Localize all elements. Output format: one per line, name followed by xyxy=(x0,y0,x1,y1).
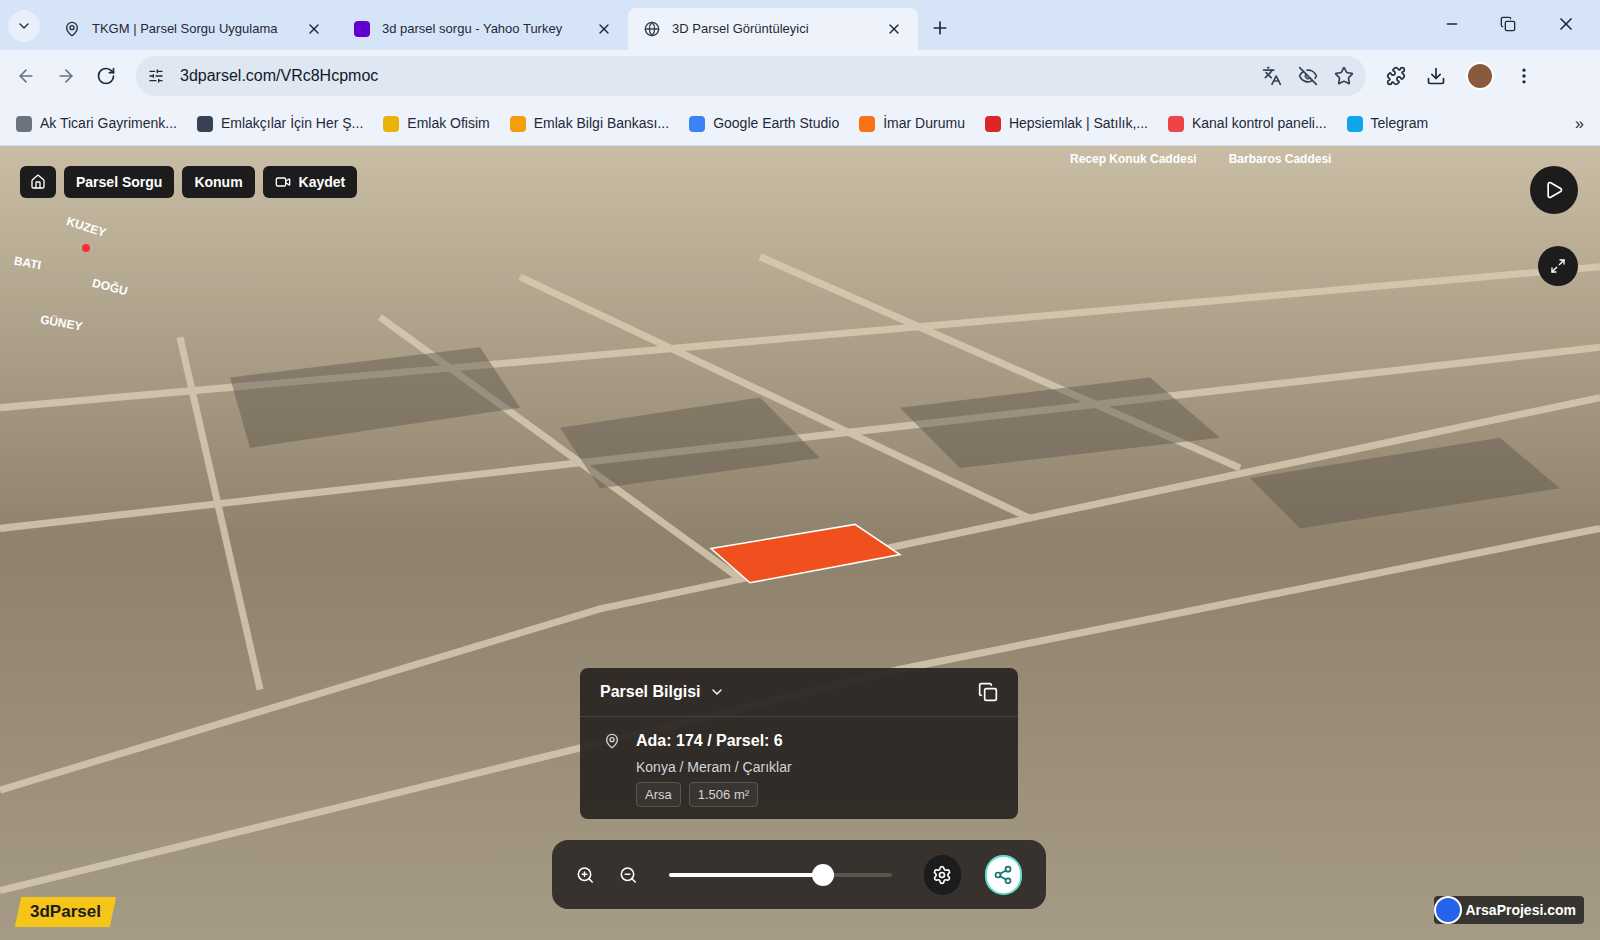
reload-icon[interactable] xyxy=(96,66,116,86)
compass-west: BATI xyxy=(13,252,43,274)
bookmark[interactable]: Emlak Bilgi Bankası... xyxy=(510,113,669,134)
area-chip: 1.506 m² xyxy=(689,782,758,808)
zoom-in-icon[interactable] xyxy=(576,865,595,885)
favicon-icon xyxy=(985,116,1001,132)
tab-strip: TKGM | Parsel Sorgu Uygulama 3d parsel so… xyxy=(0,0,1600,50)
fullscreen-button[interactable] xyxy=(1538,246,1578,286)
maximize-icon xyxy=(1550,258,1566,274)
map-view[interactable]: Parsel SorguKonum Kaydet KUZEY BATI DOĞUGÜNE… xyxy=(0,146,1600,940)
bookmark[interactable]: Telegram xyxy=(1347,113,1429,134)
logo: 3dParsel xyxy=(15,897,116,927)
toolbar: 3dparsel.com/VRc8Hcpmoc xyxy=(0,50,1600,102)
chevron-down-icon xyxy=(16,18,32,34)
map-tool-button[interactable]: Konum xyxy=(182,166,254,198)
zoom-bar xyxy=(552,840,1046,909)
favicon-icon xyxy=(16,116,32,132)
zoom-out-icon[interactable] xyxy=(619,865,638,885)
menu-icon[interactable] xyxy=(1514,66,1534,86)
video-icon xyxy=(275,174,291,190)
favicon-icon xyxy=(859,116,875,132)
selected-parcel xyxy=(711,524,900,582)
favicon-icon xyxy=(197,116,213,132)
home-icon xyxy=(30,174,46,190)
share-button[interactable] xyxy=(985,855,1022,895)
url-text[interactable]: 3dparsel.com/VRc8Hcpmoc xyxy=(180,64,1246,88)
tab-title: 3d parsel sorgu - Yahoo Turkey xyxy=(382,19,584,39)
window-controls xyxy=(1444,14,1576,34)
map-roads xyxy=(0,146,1600,940)
browser-tab[interactable]: TKGM | Parsel Sorgu Uygulama xyxy=(48,8,338,50)
tab-list-button[interactable] xyxy=(8,10,40,42)
street-label: Barbaros Caddesi xyxy=(1229,150,1332,168)
street-label: Recep Konuk Caddesi xyxy=(1070,150,1197,168)
close-window-icon[interactable] xyxy=(1556,14,1576,34)
bookmark[interactable]: Emlakçılar İçin Her Ş... xyxy=(197,113,363,134)
close-icon[interactable] xyxy=(886,21,902,37)
gear-icon xyxy=(932,865,952,885)
globe-icon xyxy=(644,21,660,37)
star-icon[interactable] xyxy=(1334,66,1354,86)
app: TKGM | Parsel Sorgu Uygulama 3d parsel so… xyxy=(0,0,1600,940)
eye-off-icon[interactable] xyxy=(1298,66,1318,86)
home-button[interactable] xyxy=(20,166,56,198)
tab-title: TKGM | Parsel Sorgu Uygulama xyxy=(92,19,294,39)
favicon-icon xyxy=(689,116,705,132)
favicon-icon xyxy=(1168,116,1184,132)
browser-tab[interactable]: 3D Parsel Görüntüleyici xyxy=(628,8,918,50)
translate-icon[interactable] xyxy=(1262,66,1282,86)
chevron-down-icon[interactable] xyxy=(709,684,725,700)
browser-tab[interactable]: 3d parsel sorgu - Yahoo Turkey xyxy=(338,8,628,50)
bookmark[interactable]: Ak Ticari Gayrimenk... xyxy=(16,113,177,134)
bookmark[interactable]: Google Earth Studio xyxy=(689,113,839,134)
favicon-icon xyxy=(510,116,526,132)
bookmark[interactable]: Emlak Ofisim xyxy=(383,113,489,134)
extensions-icon[interactable] xyxy=(1386,66,1406,86)
download-icon[interactable] xyxy=(1426,66,1446,86)
bookmarks-more[interactable]: » xyxy=(1575,112,1584,136)
close-icon[interactable] xyxy=(596,21,612,37)
compass-south: GÜNEY xyxy=(39,310,84,335)
ada-parsel: Ada: 174 / Parsel: 6 xyxy=(636,729,792,753)
type-chip: Arsa xyxy=(636,782,681,808)
close-icon[interactable] xyxy=(306,21,322,37)
back-icon[interactable] xyxy=(16,66,36,86)
compass-north: KUZEY xyxy=(64,212,108,242)
map-tool-button[interactable]: Kaydet xyxy=(263,166,358,198)
minimize-icon[interactable] xyxy=(1444,16,1460,32)
copy-icon[interactable] xyxy=(978,682,998,702)
zoom-slider[interactable] xyxy=(669,873,891,877)
parcel-info-card: Parsel Bilgisi Ada: 174 / Parsel: 6 Konya … xyxy=(580,668,1018,820)
compass-dot xyxy=(82,244,90,252)
map-tool-button[interactable]: Parsel Sorgu xyxy=(64,166,174,198)
site-settings-icon[interactable] xyxy=(148,68,164,84)
yahoo-icon xyxy=(354,21,370,37)
favicon-icon xyxy=(383,116,399,132)
location-icon xyxy=(604,733,620,749)
bookmark[interactable]: Hepsiemlak | Satılık,... xyxy=(985,113,1148,134)
bookmark[interactable]: Kanal kontrol paneli... xyxy=(1168,113,1327,134)
pin-icon xyxy=(64,21,80,37)
bookmarks-bar: Ak Ticari Gayrimenk... Emlakçılar İçin He… xyxy=(0,102,1600,146)
play-button[interactable] xyxy=(1530,166,1578,214)
omnibox[interactable]: 3dparsel.com/VRc8Hcpmoc xyxy=(136,56,1366,96)
restore-icon[interactable] xyxy=(1500,16,1516,32)
tab-title: 3D Parsel Görüntüleyici xyxy=(672,19,874,39)
share-icon xyxy=(993,865,1013,885)
bookmark[interactable]: İmar Durumu xyxy=(859,113,965,134)
new-tab-icon[interactable] xyxy=(930,18,950,38)
avatar-icon[interactable] xyxy=(1466,62,1494,90)
zoom-fill xyxy=(669,873,823,877)
favicon-icon xyxy=(1347,116,1363,132)
card-title[interactable]: Parsel Bilgisi xyxy=(600,680,701,704)
settings-button[interactable] xyxy=(924,855,961,895)
location: Konya / Meram / Çarıklar xyxy=(636,757,792,778)
street-labels: Recep Konuk Caddesi Barbaros Caddesi xyxy=(1070,150,1331,168)
play-icon xyxy=(1544,180,1564,200)
map-toolbar: Parsel SorguKonum Kaydet xyxy=(20,166,357,198)
compass-east: DOĞU xyxy=(90,274,129,300)
watermark: ArsaProjesi.com xyxy=(1434,896,1585,924)
shield-icon xyxy=(1434,896,1462,924)
forward-icon[interactable] xyxy=(56,66,76,86)
zoom-thumb[interactable] xyxy=(812,864,834,886)
